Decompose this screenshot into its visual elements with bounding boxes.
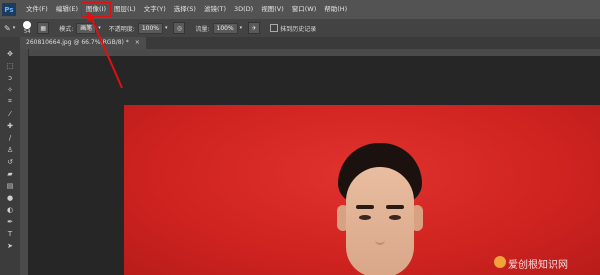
mode-label: 模式: — [59, 25, 74, 33]
brush-size-value: 54 — [24, 29, 31, 35]
menu-bar: Ps 文件(F) 编辑(E) 图像(I) 图层(L) 文字(Y) 选择(S) 滤… — [0, 0, 600, 19]
chevron-down-icon: ▾ — [164, 25, 168, 31]
marquee-tool-icon[interactable]: ⬚ — [4, 61, 16, 70]
brush-tool-icon[interactable]: ∕ — [4, 133, 16, 142]
eyedropper-tool-icon[interactable]: ⁄ — [4, 109, 16, 118]
document-title: 260810664.jpg @ 66.7%(RGB/8) * — [26, 39, 129, 46]
menu-help[interactable]: 帮助(H) — [320, 3, 351, 16]
flow-group: 流量: 100% ▾ — [195, 22, 243, 34]
tools-panel: ✥ ⬚ ↄ ✧ ⌗ ⁄ ✚ ∕ ♙ ↺ ▰ ▤ ● ◐ ✒ T ➤ — [0, 37, 21, 275]
nose — [375, 223, 385, 245]
watermark: 爱创根知识网 — [508, 260, 568, 271]
brush-preview-icon — [23, 21, 32, 29]
eraser-icon: ✎ — [4, 23, 11, 33]
erase-to-history-label: 抹到历史记录 — [280, 25, 317, 33]
face — [346, 167, 414, 275]
document-tab[interactable]: 260810664.jpg @ 66.7%(RGB/8) * × — [20, 37, 146, 49]
move-tool-icon[interactable]: ✥ — [4, 49, 16, 58]
erase-to-history-option[interactable]: 抹到历史记录 — [270, 24, 316, 33]
flow-label: 流量: — [195, 25, 210, 33]
right-eyebrow — [386, 205, 404, 209]
pressure-opacity-toggle[interactable]: ◎ — [173, 22, 186, 34]
options-bar: ✎ ▾ 54 ▦ 模式: 画笔 ▾ 不透明度: 100% ▾ ◎ 流量: 100… — [0, 19, 600, 38]
menu-image[interactable]: 图像(I) — [81, 2, 111, 17]
crop-tool-icon[interactable]: ⌗ — [4, 97, 16, 106]
history-brush-tool-icon[interactable]: ↺ — [4, 157, 16, 166]
path-select-tool-icon[interactable]: ➤ — [4, 241, 16, 250]
watermark-logo-icon — [494, 256, 506, 268]
menu-layer[interactable]: 图层(L) — [110, 3, 140, 16]
close-icon[interactable]: × — [135, 39, 140, 46]
menu-filter[interactable]: 滤镜(T) — [200, 3, 230, 16]
lasso-tool-icon[interactable]: ↄ — [4, 73, 16, 82]
menu-3d[interactable]: 3D(D) — [230, 3, 257, 16]
menu-select[interactable]: 选择(S) — [170, 3, 200, 16]
mode-select[interactable]: 画笔 — [76, 22, 97, 34]
airbrush-toggle[interactable]: ✈ — [248, 22, 261, 34]
erase-to-history-checkbox[interactable] — [270, 24, 279, 32]
brush-preset-picker[interactable]: 54 — [23, 21, 32, 35]
chevron-down-icon: ▾ — [12, 25, 16, 31]
portrait-photo[interactable] — [124, 105, 600, 275]
blur-tool-icon[interactable]: ● — [4, 193, 16, 202]
type-tool-icon[interactable]: T — [4, 229, 16, 238]
eraser-tool-preset[interactable]: ✎ ▾ — [4, 24, 15, 33]
menu-window[interactable]: 窗口(W) — [288, 3, 321, 16]
flow-input[interactable]: 100% — [212, 22, 238, 34]
document-tab-bar: 260810664.jpg @ 66.7%(RGB/8) * × — [20, 37, 600, 49]
pen-tool-icon[interactable]: ✒ — [4, 217, 16, 226]
opacity-label: 不透明度: — [108, 25, 135, 33]
opacity-input[interactable]: 100% — [137, 22, 163, 34]
menu-edit[interactable]: 编辑(E) — [52, 3, 82, 16]
photoshop-logo[interactable]: Ps — [2, 3, 16, 16]
right-eye — [389, 215, 401, 220]
eraser-tool-icon[interactable]: ▰ — [4, 169, 16, 178]
pressure-icon: ◎ — [173, 22, 186, 34]
dodge-tool-icon[interactable]: ◐ — [4, 205, 16, 214]
healing-tool-icon[interactable]: ✚ — [4, 121, 16, 130]
menu-type[interactable]: 文字(Y) — [140, 3, 170, 16]
left-eye — [359, 215, 371, 220]
menu-file[interactable]: 文件(F) — [22, 3, 52, 16]
chevron-down-icon: ▾ — [239, 25, 243, 31]
quick-select-tool-icon[interactable]: ✧ — [4, 85, 16, 94]
opacity-group: 不透明度: 100% ▾ — [108, 22, 168, 34]
left-eyebrow — [356, 205, 374, 209]
menu-view[interactable]: 视图(V) — [257, 3, 288, 16]
brush-panel-icon: ▦ — [37, 22, 50, 34]
mode-group: 模式: 画笔 ▾ — [59, 22, 101, 34]
stamp-tool-icon[interactable]: ♙ — [4, 145, 16, 154]
chevron-down-icon: ▾ — [98, 25, 101, 31]
airbrush-icon: ✈ — [248, 22, 261, 34]
gradient-tool-icon[interactable]: ▤ — [4, 181, 16, 190]
brush-panel-toggle[interactable]: ▦ — [37, 22, 50, 34]
